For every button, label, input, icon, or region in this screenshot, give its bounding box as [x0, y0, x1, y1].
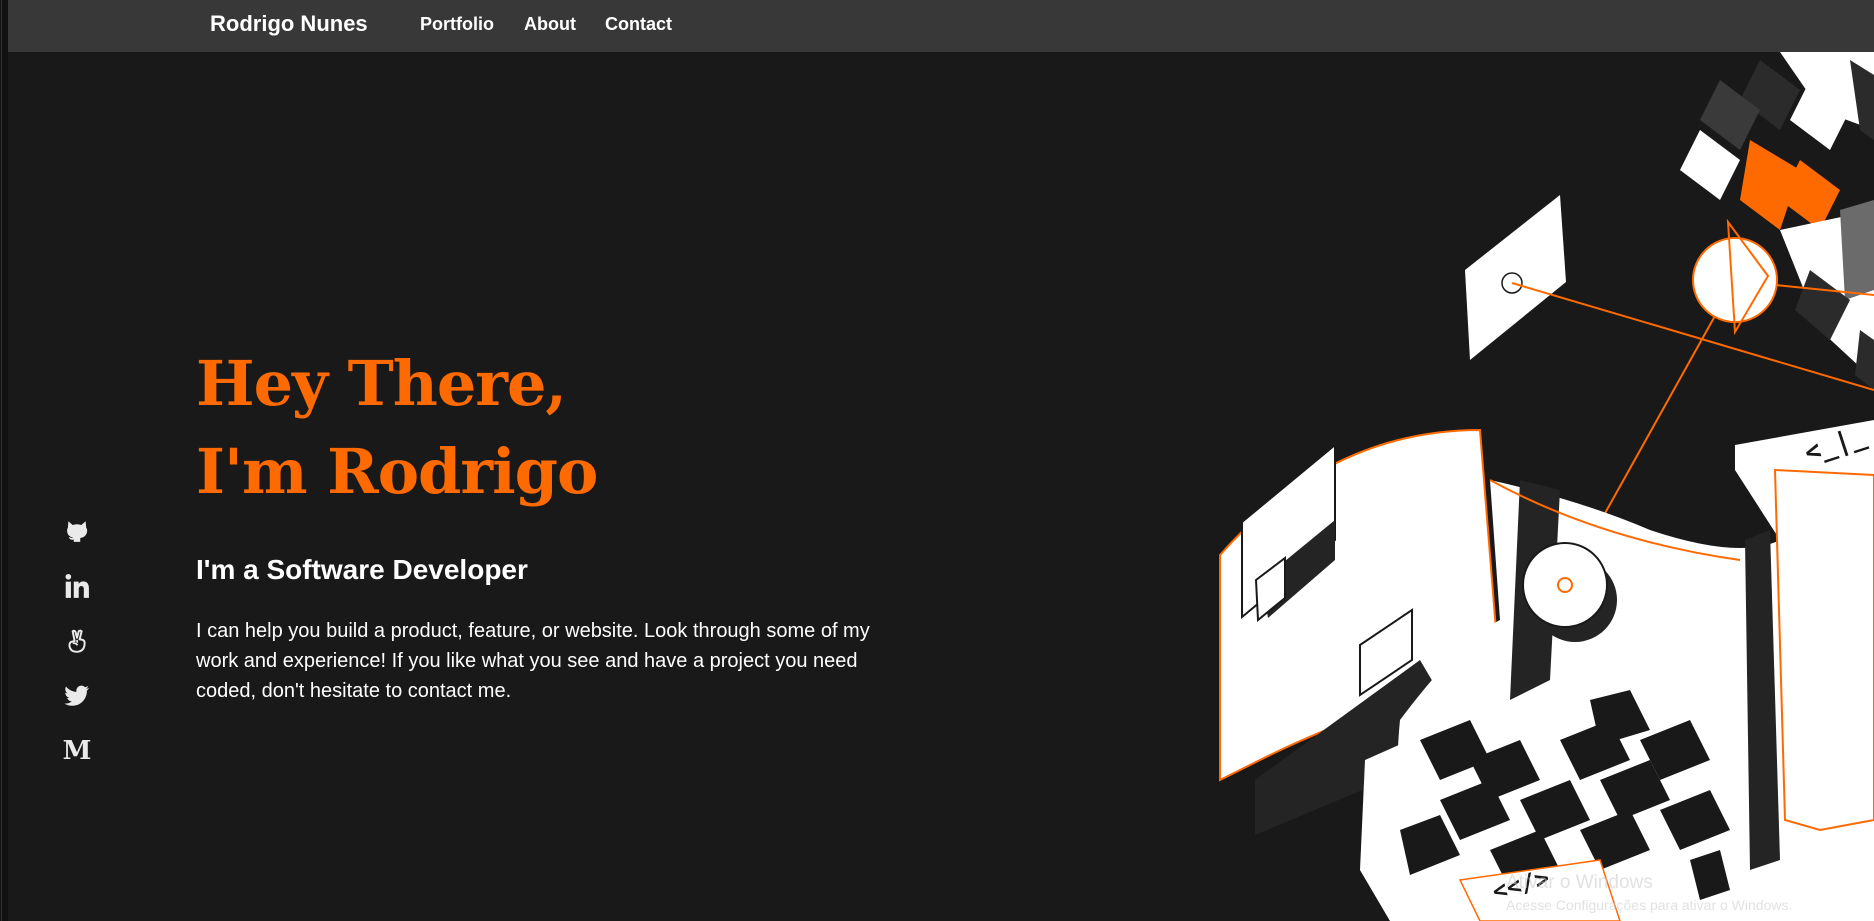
windows-activation-subtitle: Acesse Configurações para ativar o Windo…	[1506, 897, 1793, 913]
hero-illustration: <_|_ <</>	[1219, 52, 1874, 921]
hero-section: Hey There, I'm Rodrigo I'm a Software De…	[196, 340, 956, 706]
top-navbar: Rodrigo Nunes Portfolio About Contact	[8, 0, 1874, 52]
linkedin-icon	[65, 573, 89, 598]
nav-link-portfolio[interactable]: Portfolio	[420, 14, 494, 35]
twitter-icon	[64, 685, 89, 706]
linkedin-link[interactable]	[60, 569, 94, 603]
social-links-bar: M	[60, 514, 94, 789]
windows-activation-watermark: Ativar o Windows	[1506, 872, 1653, 893]
hero-title: Hey There, I'm Rodrigo	[196, 340, 956, 516]
medium-icon: M	[62, 736, 92, 766]
hero-title-line-1: Hey There,	[196, 347, 567, 420]
nav-link-contact[interactable]: Contact	[605, 14, 672, 35]
window-left-edge	[0, 0, 8, 921]
checker-pattern-top	[1680, 52, 1874, 390]
nav-link-about[interactable]: About	[524, 14, 576, 35]
twitter-link[interactable]	[60, 679, 94, 713]
hero-title-line-2: I'm Rodrigo	[196, 435, 598, 508]
hero-subtitle: I'm a Software Developer	[196, 554, 528, 585]
brand-logo[interactable]: Rodrigo Nunes	[210, 11, 368, 37]
github-link[interactable]	[60, 514, 94, 548]
angellist-link[interactable]	[60, 624, 94, 658]
github-icon	[67, 521, 88, 542]
hero-description: I can help you build a product, feature,…	[196, 620, 870, 702]
angellist-icon	[68, 629, 86, 653]
medium-link[interactable]: M	[60, 734, 94, 768]
floating-panel	[1465, 195, 1566, 360]
